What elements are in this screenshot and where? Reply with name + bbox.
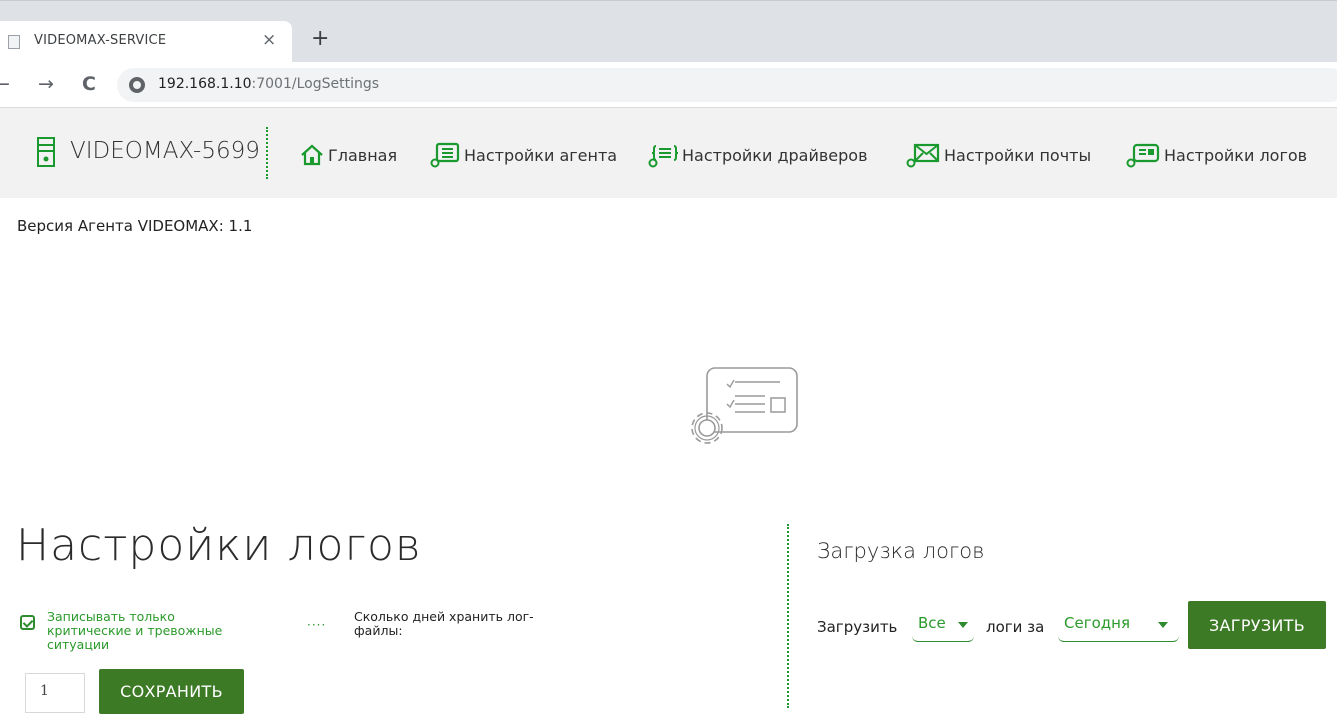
days-to-keep-value: 1 <box>40 683 49 699</box>
critical-only-label[interactable]: Записывать только критические и тревожны… <box>47 610 262 652</box>
nav-home[interactable]: Главная <box>300 143 397 167</box>
new-tab-button[interactable]: + <box>311 26 329 51</box>
url-host: 192.168.1.10 <box>158 76 252 92</box>
browser-tabstrip: VIDEOMAX-SERVICE × + <box>0 0 1337 63</box>
brand-title[interactable]: VIDEOMAX-5699 <box>70 138 260 164</box>
log-period-value: Сегодня <box>1064 614 1130 632</box>
server-icon <box>37 137 55 167</box>
log-download-title: Загрузка логов <box>817 539 985 563</box>
tab-close-icon[interactable]: × <box>262 30 276 50</box>
url-text: 192.168.1.10:7001/LogSettings <box>158 76 379 92</box>
agent-settings-icon <box>430 142 460 168</box>
url-path: :7001/LogSettings <box>251 76 380 92</box>
nav-driver-settings[interactable]: Настройки драйверов <box>648 143 868 168</box>
chevron-down-icon <box>1158 622 1168 628</box>
log-type-select[interactable]: Все <box>912 612 974 642</box>
days-to-keep-label: Сколько дней хранить лог-файлы: <box>354 609 534 638</box>
agent-version-text: Версия Агента VIDEOMAX: 1.1 <box>17 217 253 235</box>
nav-log-settings-label: Настройки логов <box>1164 145 1308 165</box>
nav-agent-settings[interactable]: Настройки агента <box>430 142 618 168</box>
address-bar[interactable]: 192.168.1.10:7001/LogSettings <box>117 68 1337 102</box>
nav-log-settings[interactable]: Настройки логов <box>1126 143 1308 168</box>
load-text: Загрузить <box>817 618 898 636</box>
browser-toolbar: ← → C 192.168.1.10:7001/LogSettings <box>0 62 1337 108</box>
mail-settings-icon <box>906 143 940 168</box>
nav-driver-settings-label: Настройки драйверов <box>682 145 868 165</box>
nav-mail-settings-label: Настройки почты <box>944 145 1092 165</box>
chevron-down-icon <box>958 622 968 628</box>
critical-only-checkbox[interactable] <box>20 615 35 630</box>
driver-settings-icon <box>648 145 678 168</box>
forward-button[interactable]: → <box>38 73 54 95</box>
logs-for-text: логи за <box>986 618 1045 636</box>
header-divider <box>266 127 268 179</box>
log-period-select[interactable]: Сегодня <box>1058 612 1179 642</box>
page-favicon-icon <box>8 35 20 49</box>
back-button[interactable]: ← <box>0 73 10 95</box>
nav-agent-settings-label: Настройки агента <box>464 145 618 165</box>
browser-tab[interactable]: VIDEOMAX-SERVICE × <box>0 21 292 63</box>
nav-mail-settings[interactable]: Настройки почты <box>906 143 1092 168</box>
reload-button[interactable]: C <box>82 73 96 95</box>
log-type-value: Все <box>918 614 946 632</box>
section-divider <box>787 524 789 708</box>
nav-home-label: Главная <box>328 145 398 165</box>
app-header: VIDEOMAX-5699 Главная Настройки агента Н… <box>0 108 1337 198</box>
load-logs-button[interactable]: ЗАГРУЗИТЬ <box>1188 601 1326 649</box>
log-settings-hero-icon <box>691 367 798 444</box>
log-settings-title: Настройки логов <box>16 520 422 571</box>
tab-title: VIDEOMAX-SERVICE <box>34 33 167 48</box>
site-info-icon[interactable] <box>129 77 145 93</box>
field-divider-dots: ···· <box>307 618 327 632</box>
save-button[interactable]: СОХРАНИТЬ <box>99 669 244 714</box>
days-to-keep-input[interactable]: 1 <box>25 673 85 713</box>
home-icon <box>301 144 323 166</box>
log-settings-icon <box>1126 143 1160 168</box>
